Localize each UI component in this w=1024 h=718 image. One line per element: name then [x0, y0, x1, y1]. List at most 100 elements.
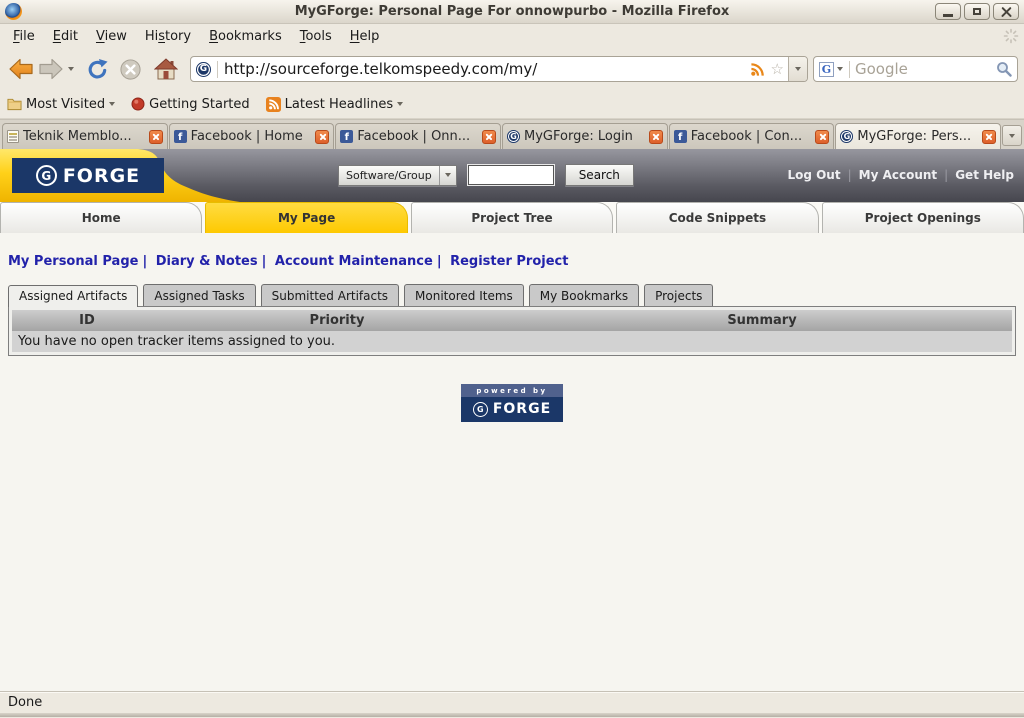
gforge-logo[interactable]: G FORGE: [12, 158, 164, 193]
url-history-dropdown[interactable]: [788, 57, 807, 81]
gforge-g-icon: G: [472, 401, 488, 417]
divider: [217, 60, 218, 78]
firefox-icon: [5, 3, 22, 20]
select-arrow: [438, 165, 456, 185]
bookmark-label: Getting Started: [149, 96, 250, 112]
menu-file[interactable]: File: [4, 26, 44, 47]
nav-tab-my-page[interactable]: My Page: [205, 202, 408, 233]
browser-tab-facebook-con[interactable]: f Facebook | Con...: [668, 123, 835, 149]
menu-bookmarks[interactable]: Bookmarks: [200, 26, 291, 47]
home-button[interactable]: [152, 56, 180, 82]
col-header-summary: Summary: [512, 310, 1012, 331]
logout-link[interactable]: Log Out: [787, 168, 840, 182]
menu-edit[interactable]: Edit: [44, 26, 87, 47]
browser-tab-teknik[interactable]: Teknik Memblo...: [2, 123, 168, 149]
tab-title: MyGForge: Pers...: [857, 129, 972, 144]
nav-tab-project-openings[interactable]: Project Openings: [821, 202, 1024, 233]
nav-tab-project-tree[interactable]: Project Tree: [410, 202, 614, 233]
tab-close-button[interactable]: [315, 129, 330, 144]
url-input[interactable]: [224, 60, 748, 78]
artifact-sub-tabs: Assigned Artifacts Assigned Tasks Submit…: [8, 284, 1024, 307]
gforge-g-icon: G: [35, 165, 57, 186]
browser-tab-mygforge-personal[interactable]: G MyGForge: Pers...: [835, 123, 1002, 149]
account-maintenance-link[interactable]: Account Maintenance: [275, 254, 433, 269]
bookmark-getting-started[interactable]: Getting Started: [131, 97, 250, 112]
menu-tools[interactable]: Tools: [291, 26, 341, 47]
register-project-link[interactable]: Register Project: [450, 254, 568, 269]
browser-tab-facebook-home[interactable]: f Facebook | Home: [168, 123, 335, 149]
software-group-select[interactable]: Software/Group: [338, 164, 457, 186]
chevron-down-icon: [109, 102, 116, 106]
divider: |: [944, 168, 949, 182]
gforge-search-input[interactable]: [467, 165, 554, 185]
diary-notes-link[interactable]: Diary & Notes: [156, 254, 258, 269]
bookmark-latest-headlines[interactable]: Latest Headlines: [265, 96, 404, 112]
maximize-button[interactable]: [964, 3, 990, 20]
facebook-favicon: f: [173, 130, 187, 143]
bookmark-label: Latest Headlines: [284, 96, 394, 112]
status-text: Done: [8, 695, 43, 710]
document-favicon: [7, 130, 19, 143]
chevron-down-icon: [1009, 133, 1016, 138]
rss-feed-icon[interactable]: [750, 62, 765, 77]
back-forward-dropdown[interactable]: [66, 65, 76, 73]
table-header-row: ID Priority Summary: [12, 310, 1012, 331]
search-bar[interactable]: G: [813, 56, 1018, 82]
bookmark-most-visited[interactable]: Most Visited: [7, 96, 116, 112]
tab-close-button[interactable]: [648, 129, 663, 144]
gforge-favicon: G: [507, 130, 521, 143]
chevron-down-icon: [397, 102, 404, 106]
forward-button[interactable]: [36, 55, 66, 83]
divider: |: [142, 254, 148, 269]
personal-links-row: My Personal Page | Diary & Notes | Account…: [0, 233, 1024, 269]
stop-button[interactable]: [117, 56, 144, 83]
maximize-icon: [973, 8, 981, 15]
get-help-link[interactable]: Get Help: [955, 168, 1014, 182]
minimize-icon: [943, 13, 953, 17]
tab-close-button[interactable]: [815, 129, 830, 144]
gforge-search-button[interactable]: Search: [564, 164, 634, 186]
window-titlebar: MyGForge: Personal Page For onnowpurbo -…: [0, 0, 1024, 24]
menu-help[interactable]: Help: [341, 26, 389, 47]
nav-tab-home[interactable]: Home: [0, 202, 203, 233]
tab-close-button[interactable]: [982, 129, 997, 144]
subtab-assigned-artifacts[interactable]: Assigned Artifacts: [8, 285, 139, 307]
subtab-assigned-tasks[interactable]: Assigned Tasks: [143, 284, 256, 306]
bookmark-star-icon[interactable]: ☆: [771, 61, 784, 77]
search-engine-dropdown[interactable]: [834, 67, 846, 71]
reload-button[interactable]: [84, 56, 111, 83]
menu-view[interactable]: View: [87, 26, 136, 47]
navigation-toolbar: G ☆ G: [0, 48, 1024, 90]
subtab-submitted-artifacts[interactable]: Submitted Artifacts: [260, 284, 400, 306]
browser-tab-facebook-onn[interactable]: f Facebook | Onn...: [335, 123, 502, 149]
divider: |: [847, 168, 852, 182]
gforge-logo-text: FORGE: [62, 164, 141, 187]
powered-by-gforge-logo[interactable]: powered by G FORGE: [461, 384, 563, 422]
minimize-button[interactable]: [935, 3, 961, 20]
col-header-id: ID: [12, 310, 162, 331]
url-bar[interactable]: G ☆: [190, 56, 808, 82]
subtab-my-bookmarks[interactable]: My Bookmarks: [528, 284, 640, 306]
menu-history[interactable]: History: [136, 26, 200, 47]
my-personal-page-link[interactable]: My Personal Page: [8, 254, 138, 269]
back-button[interactable]: [6, 55, 36, 83]
tab-close-button[interactable]: [482, 129, 497, 144]
nav-tab-code-snippets[interactable]: Code Snippets: [616, 202, 819, 233]
gforge-search-area: Software/Group Search: [338, 164, 634, 186]
browser-tab-mygforge-login[interactable]: G MyGForge: Login: [502, 123, 668, 149]
divider: [849, 60, 850, 78]
list-all-tabs-button[interactable]: [1002, 125, 1022, 146]
subtab-monitored-items[interactable]: Monitored Items: [404, 284, 524, 306]
search-magnifier-icon[interactable]: [996, 61, 1012, 77]
google-engine-icon[interactable]: G: [819, 61, 834, 77]
chevron-down-icon: [68, 67, 74, 71]
close-button[interactable]: [993, 3, 1019, 20]
subtab-projects[interactable]: Projects: [644, 284, 714, 306]
my-account-link[interactable]: My Account: [859, 168, 938, 182]
window-title: MyGForge: Personal Page For onnowpurbo -…: [294, 4, 730, 19]
bookmark-label: Most Visited: [26, 96, 106, 112]
tab-title: MyGForge: Login: [524, 129, 633, 144]
search-input[interactable]: [853, 59, 996, 79]
status-bar: Done: [0, 691, 1024, 713]
tab-close-button[interactable]: [148, 129, 163, 144]
